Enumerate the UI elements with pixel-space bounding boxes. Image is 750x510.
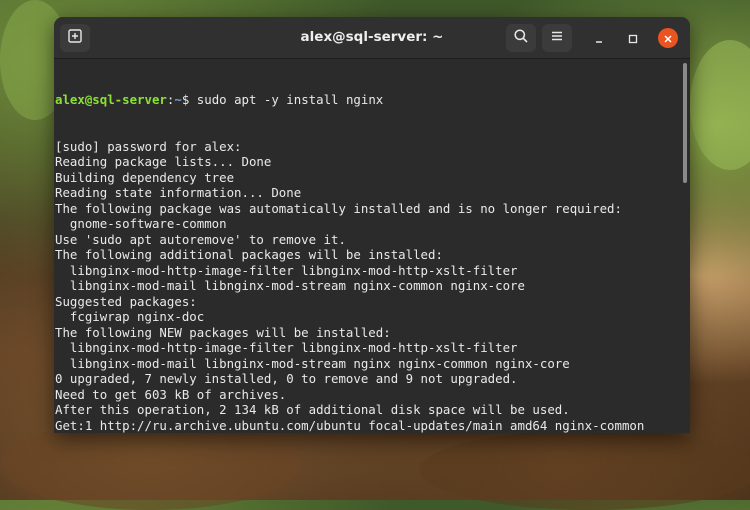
terminal-line: Reading package lists... Done bbox=[55, 154, 272, 169]
terminal-line: libnginx-mod-http-image-filter libnginx-… bbox=[55, 262, 518, 278]
terminal-line: libnginx-mod-http-image-filter libnginx-… bbox=[55, 340, 518, 355]
wallpaper-ground bbox=[420, 430, 750, 510]
terminal-line: The following NEW packages will be insta… bbox=[55, 324, 391, 340]
minimize-button[interactable] bbox=[589, 28, 609, 48]
title-bar[interactable]: alex@sql-server: ~ bbox=[54, 17, 690, 59]
hamburger-menu-icon bbox=[549, 28, 565, 48]
terminal-line: The following additional packages will b… bbox=[55, 247, 443, 262]
terminal-line: 0 upgraded, 7 newly installed, 0 to remo… bbox=[55, 371, 518, 386]
terminal-window[interactable]: alex@sql-server: ~ alex@sql-server:~$ su… bbox=[54, 17, 690, 433]
menu-button[interactable] bbox=[542, 24, 572, 52]
close-icon bbox=[663, 29, 673, 48]
prompt-user-host: alex@sql-server bbox=[55, 92, 167, 107]
terminal-line: Get:1 http://ru.archive.ubuntu.com/ubunt… bbox=[55, 417, 645, 433]
wallpaper-foliage bbox=[690, 40, 750, 170]
prompt-line: alex@sql-server:~$ sudo apt -y install n… bbox=[55, 92, 681, 108]
terminal-line: Reading state information... Done bbox=[55, 185, 302, 200]
terminal-line: After this operation, 2 134 kB of additi… bbox=[55, 402, 570, 417]
command-text: sudo apt -y install nginx bbox=[189, 92, 384, 107]
close-button[interactable] bbox=[658, 28, 678, 48]
maximize-button[interactable] bbox=[623, 28, 643, 48]
terminal-output[interactable]: alex@sql-server:~$ sudo apt -y install n… bbox=[54, 59, 681, 433]
search-icon bbox=[513, 28, 529, 48]
scrollbar[interactable] bbox=[680, 59, 690, 433]
terminal-line: [sudo] password for alex: bbox=[55, 138, 242, 154]
maximize-icon bbox=[628, 29, 638, 48]
terminal-line: libnginx-mod-mail libnginx-mod-stream ng… bbox=[55, 278, 525, 293]
terminal-line: fcgiwrap nginx-doc bbox=[55, 309, 205, 324]
prompt-path: ~ bbox=[174, 92, 182, 107]
terminal-line: Suggested packages: bbox=[55, 293, 197, 309]
wallpaper-ground bbox=[0, 420, 300, 510]
terminal-line: Building dependency tree bbox=[55, 169, 235, 185]
terminal-line: The following package was automatically … bbox=[55, 200, 622, 216]
search-button[interactable] bbox=[506, 24, 536, 52]
terminal-line: Need to get 603 kB of archives. bbox=[55, 386, 287, 402]
output-lines: [sudo] password for alex: Reading package… bbox=[55, 139, 681, 434]
terminal-line: Use 'sudo apt autoremove' to remove it. bbox=[55, 231, 346, 247]
terminal-line: libnginx-mod-mail libnginx-mod-stream ng… bbox=[55, 355, 570, 371]
minimize-icon bbox=[594, 29, 604, 48]
terminal-line: gnome-software-common bbox=[55, 216, 227, 231]
scrollbar-thumb[interactable] bbox=[683, 63, 687, 183]
